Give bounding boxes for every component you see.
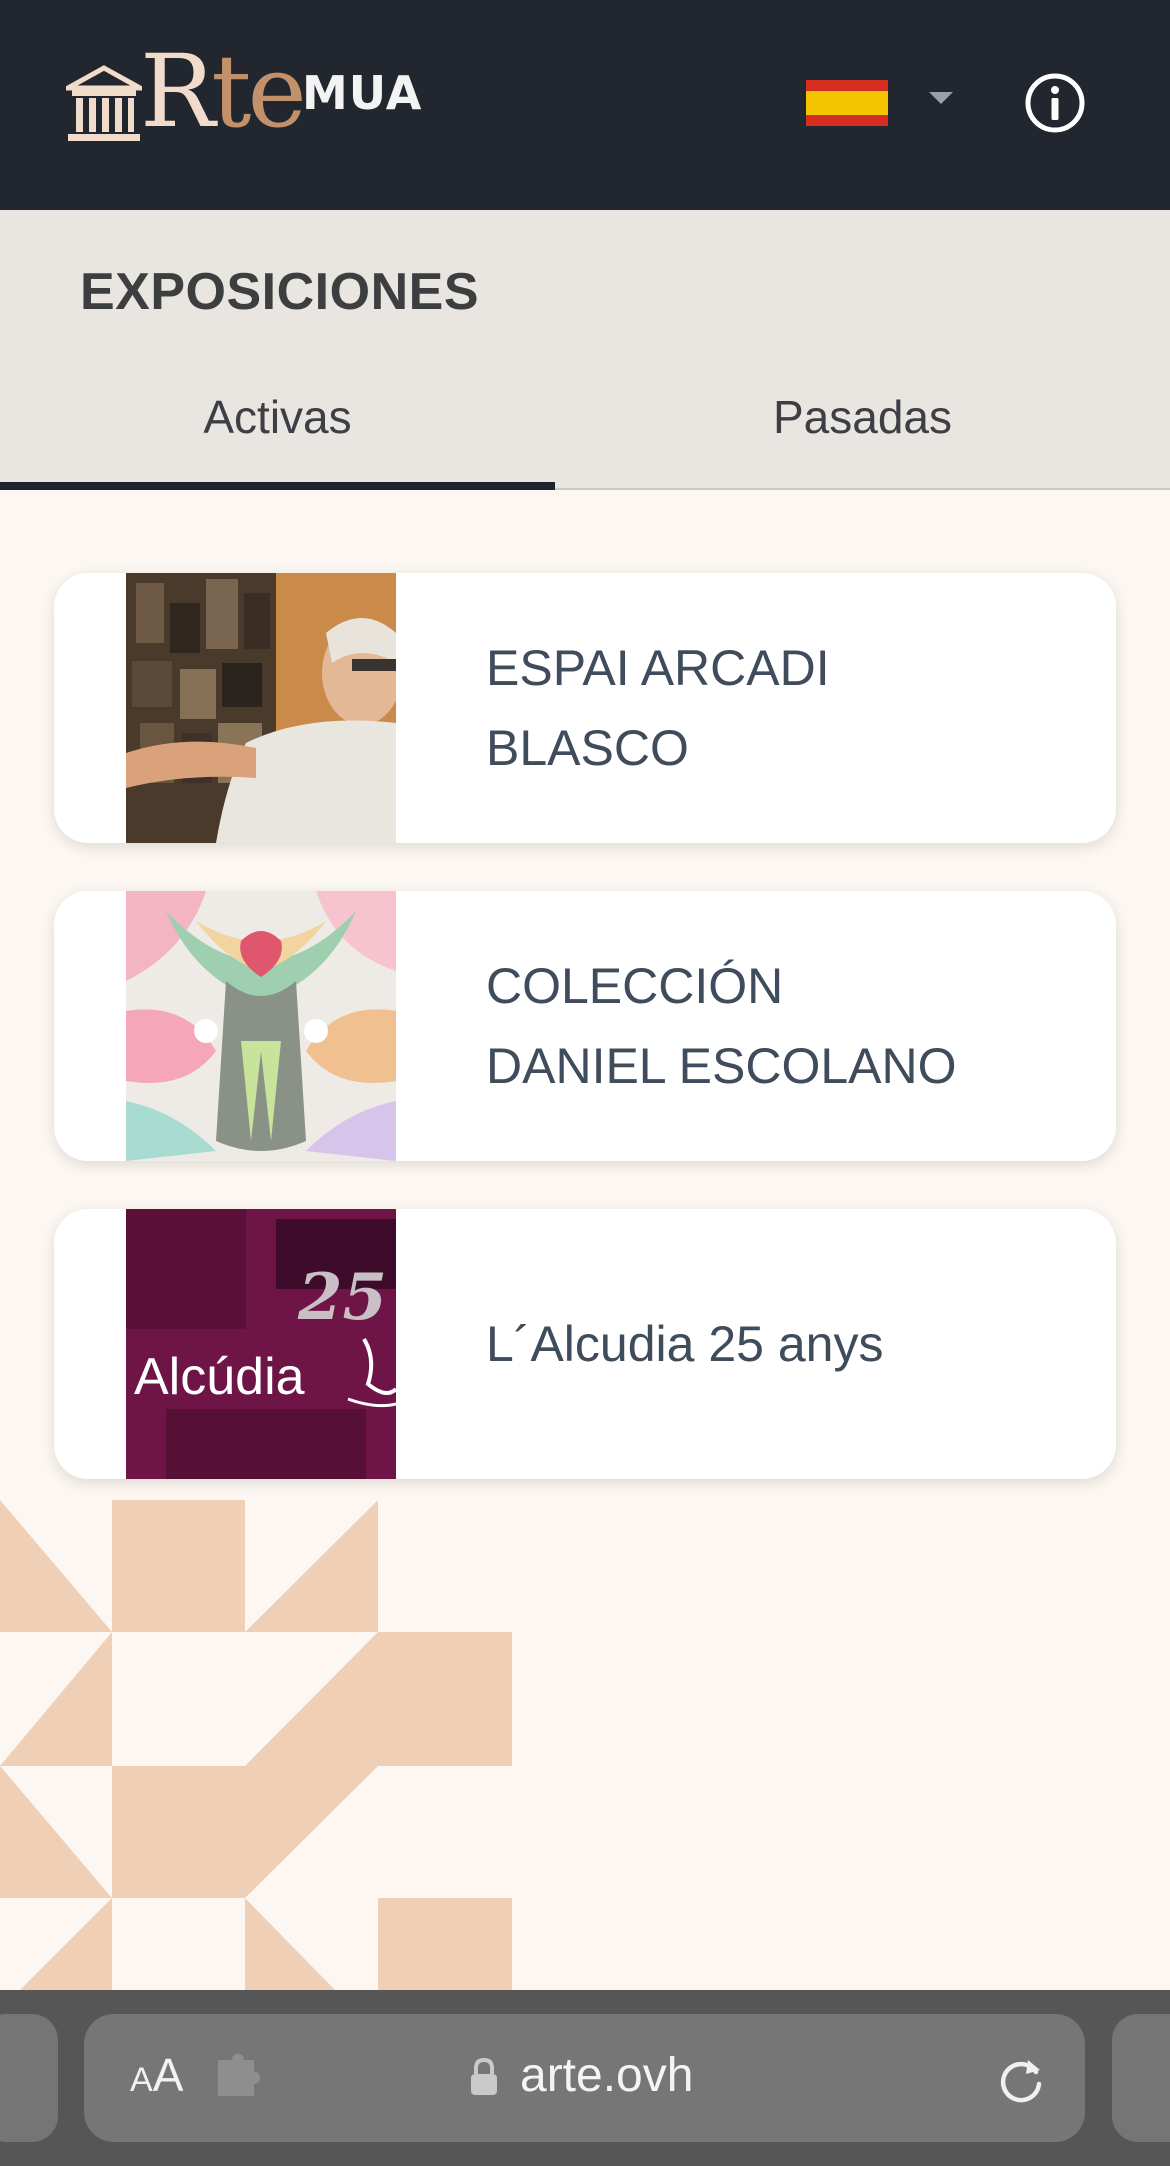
- exhibition-title: L´Alcudia 25 anys: [486, 1316, 884, 1372]
- colorful-abstract-artwork: [126, 891, 396, 1161]
- tab-pasadas[interactable]: Pasadas: [555, 390, 1170, 490]
- info-icon[interactable]: [1024, 72, 1086, 134]
- tab-pasadas-label: Pasadas: [772, 391, 952, 443]
- browser-toolbar: AA arte.ovh: [0, 1990, 1170, 2166]
- app-header: Rte MUA: [0, 0, 1170, 210]
- logo-letters-te: te: [211, 33, 306, 150]
- exhibition-title: COLECCIÓN DANIEL ESCOLANO: [486, 958, 957, 1094]
- page-title: EXPOSICIONES: [80, 263, 479, 321]
- poster-badge: 25: [297, 1260, 387, 1335]
- logo-wordmark: Rte: [140, 42, 307, 142]
- exhibition-card[interactable]: COLECCIÓN DANIEL ESCOLANO: [54, 891, 1116, 1161]
- tab-activas[interactable]: Activas: [0, 390, 555, 490]
- reload-icon[interactable]: [996, 2054, 1046, 2104]
- exhibition-card[interactable]: ESPAI ARCADI BLASCO: [54, 573, 1116, 843]
- logo-mua-label: MUA: [302, 66, 423, 120]
- chevron-down-icon[interactable]: [929, 92, 953, 104]
- next-tab-preview[interactable]: [1112, 2014, 1170, 2142]
- logo-letter-r: R: [140, 33, 215, 150]
- exhibition-title: ESPAI ARCADI BLASCO: [486, 640, 830, 776]
- lock-icon: [471, 2058, 497, 2095]
- decorative-geometric-pattern: [0, 1500, 512, 1990]
- text-size-large-label: A: [152, 2049, 184, 2101]
- address-bar[interactable]: AA arte.ovh: [84, 2014, 1085, 2142]
- text-size-button[interactable]: AA: [130, 2052, 183, 2098]
- section-header: EXPOSICIONES Activas Pasadas: [0, 210, 1170, 490]
- alcudia-25-poster: 25 Alcúdia: [126, 1209, 396, 1479]
- artist-painting-photo: [126, 573, 396, 843]
- puzzle-icon[interactable]: [214, 2054, 266, 2100]
- exhibition-card[interactable]: 25 Alcúdia L´Alcudia 25 anys: [54, 1209, 1116, 1479]
- poster-title: Alcúdia: [134, 1348, 305, 1406]
- mua-logo[interactable]: Rte MUA: [66, 42, 426, 152]
- text-size-small-label: A: [130, 2061, 153, 2099]
- active-tab-indicator: [0, 482, 555, 490]
- previous-tab-preview[interactable]: [0, 2014, 58, 2142]
- exhibition-thumbnail: [126, 891, 396, 1161]
- museum-temple-icon: [66, 65, 142, 141]
- url-text: arte.ovh: [520, 2049, 694, 2102]
- tab-activas-label: Activas: [203, 391, 352, 443]
- exhibition-thumbnail: [126, 573, 396, 843]
- spain-flag-icon[interactable]: [806, 80, 888, 126]
- exhibition-thumbnail: 25 Alcúdia: [126, 1209, 396, 1479]
